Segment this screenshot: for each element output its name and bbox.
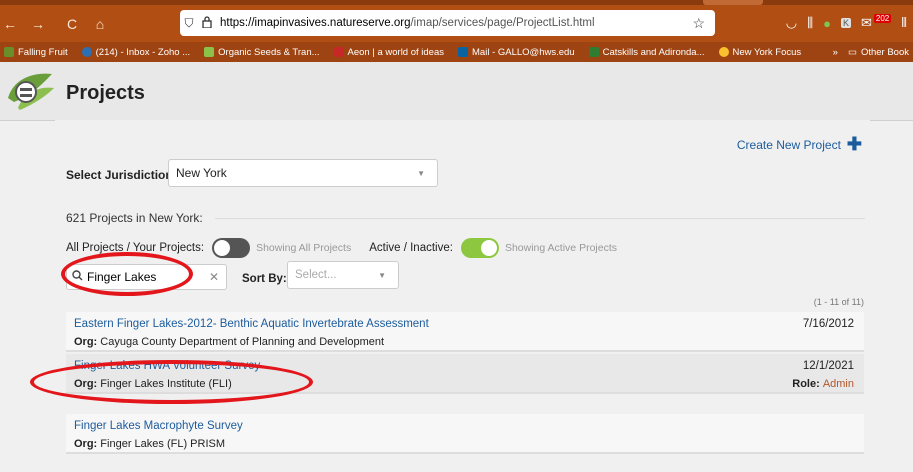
org-value: Finger Lakes Institute (FLI)	[100, 378, 232, 390]
project-row: Finger Lakes Macrophyte Survey Org: Fing…	[66, 414, 864, 454]
bookmark-star-icon[interactable]: ☆	[692, 15, 705, 32]
project-date: 12/1/2021	[802, 360, 854, 372]
other-bookmarks[interactable]: » ▭ Other Book	[833, 42, 909, 62]
all-your-projects-state: Showing All Projects	[256, 242, 352, 254]
org-value: Finger Lakes (FL) PRISM	[100, 438, 225, 450]
reload-icon[interactable]: C	[62, 16, 82, 32]
active-inactive-state: Showing Active Projects	[504, 242, 617, 254]
toggle-row: All Projects / Your Projects: Showing Al…	[66, 236, 635, 260]
home-icon[interactable]: ⌂	[90, 16, 110, 32]
jurisdiction-value: New York	[176, 166, 227, 180]
create-new-project-label: Create New Project	[736, 137, 841, 152]
bookmark-favicon	[588, 47, 599, 57]
imap-logo-icon[interactable]	[4, 68, 56, 114]
bookmark-label: Aeon | a world of ideas	[347, 46, 445, 58]
project-row: Eastern Finger Lakes-2012- Benthic Aquat…	[66, 312, 864, 352]
project-name-link[interactable]: Finger Lakes Macrophyte Survey	[74, 420, 243, 432]
page-header: Projects	[0, 62, 913, 121]
url-text[interactable]: https://imapinvasives.natureserve.org/im…	[220, 17, 595, 29]
bookmark-favicon	[4, 47, 14, 57]
project-row: Finger Lakes HWA Volunteer Survey Org: F…	[66, 354, 864, 394]
all-your-projects-toggle[interactable]	[212, 238, 251, 258]
active-inactive-toggle[interactable]	[460, 238, 499, 258]
browser-toolbar: ← → C ⌂ ⚐ ⛉ https://imapinvasives.nature…	[0, 0, 913, 42]
project-list-panel: Create New Project ✚ Select Jurisdiction…	[30, 120, 870, 472]
notification-badge: 202	[873, 13, 892, 23]
jurisdiction-label: Select Jurisdiction:	[66, 168, 177, 182]
clear-search-icon[interactable]: ✕	[209, 270, 219, 284]
project-org: Org: Cayuga County Department of Plannin…	[74, 336, 384, 348]
bookmark-favicon	[204, 47, 215, 57]
bookmark-item[interactable]: Aeon | a world of ideas	[333, 46, 445, 58]
address-bar[interactable]: ⛉ https://imapinvasives.natureserve.org/…	[180, 10, 715, 36]
bookmark-label: Falling Fruit	[18, 46, 68, 58]
sort-by-label: Sort By:	[242, 273, 287, 285]
project-date: 7/16/2012	[802, 318, 854, 330]
bookmark-label: Organic Seeds & Tran...	[218, 46, 320, 58]
chevron-down-icon: ▼	[417, 168, 425, 178]
sort-by-select[interactable]: Select... ▼	[287, 261, 399, 289]
bookmark-item[interactable]: New York Focus	[718, 46, 802, 58]
lock-icon[interactable]	[198, 15, 216, 31]
bookmark-item[interactable]: Catskills and Adironda...	[588, 46, 705, 58]
role-value: Admin	[822, 378, 854, 390]
project-org: Org: Finger Lakes Institute (FLI)	[74, 378, 232, 390]
chevron-down-icon: ▼	[378, 270, 386, 280]
forward-icon[interactable]: →	[28, 16, 48, 32]
library-icon[interactable]: ⫼	[807, 15, 813, 31]
bookmark-favicon	[718, 47, 729, 57]
search-value: Finger Lakes	[87, 270, 157, 284]
bookmark-label: Mail - GALLO@hws.edu	[472, 46, 575, 58]
search-input[interactable]: Finger Lakes ✕	[66, 264, 227, 290]
toggle-knob	[480, 240, 497, 256]
extension-k-icon[interactable]: K	[840, 18, 851, 28]
project-name-link[interactable]: Eastern Finger Lakes-2012- Benthic Aquat…	[74, 318, 429, 330]
shield-icon[interactable]: ⛉	[180, 16, 198, 31]
url-host: https://imapinvasives.natureserve.org	[220, 17, 411, 29]
page-title: Projects	[66, 82, 145, 104]
project-role: Role: Admin	[792, 378, 854, 390]
bookmarks-bar: Falling Fruit (214) - Inbox - Zoho ... O…	[0, 42, 913, 62]
folder-icon: ▭	[847, 46, 857, 58]
menu-bars-icon[interactable]: ⦀	[901, 15, 907, 31]
other-bookmarks-label: Other Book	[860, 46, 909, 58]
project-org: Org: Finger Lakes (FL) PRISM	[74, 438, 225, 450]
back-icon[interactable]: ←	[0, 16, 20, 32]
project-count: 621 Projects in New York:	[66, 211, 203, 225]
org-label: Org:	[74, 378, 98, 390]
search-icon	[67, 270, 87, 284]
org-value: Cayuga County Department of Planning and…	[100, 336, 385, 348]
bookmark-item[interactable]: (214) - Inbox - Zoho ...	[81, 46, 191, 58]
bookmark-favicon	[81, 47, 92, 57]
bookmark-item[interactable]: Organic Seeds & Tran...	[204, 46, 320, 58]
bookmark-item[interactable]: Mail - GALLO@hws.edu	[458, 47, 575, 58]
bookmark-label: New York Focus	[732, 46, 802, 58]
toolbar-right-icons: ◡ ⫼ ● K ✉ 202 ⦀	[786, 10, 907, 36]
all-your-projects-label: All Projects / Your Projects:	[66, 242, 205, 254]
pocket-icon[interactable]: ◡	[786, 15, 797, 31]
url-path: /imap/services/page/ProjectList.html	[410, 17, 595, 29]
divider	[215, 218, 865, 219]
toggle-knob	[214, 240, 231, 256]
bookmark-label: (214) - Inbox - Zoho ...	[95, 46, 191, 58]
bookmark-item[interactable]: Falling Fruit	[4, 47, 68, 58]
page: Projects Create New Project ✚ Select Jur…	[0, 62, 913, 472]
extension-green-icon[interactable]: ●	[823, 16, 831, 31]
chevron-right-icon[interactable]: »	[833, 47, 838, 58]
bookmark-favicon	[333, 47, 344, 57]
project-name-link[interactable]: Finger Lakes HWA Volunteer Survey	[74, 360, 260, 372]
org-label: Org:	[74, 438, 98, 450]
mail-extension-icon[interactable]: ✉	[861, 15, 872, 31]
bookmark-favicon	[458, 47, 469, 57]
plus-icon: ✚	[846, 134, 862, 154]
org-label: Org:	[74, 336, 98, 348]
active-inactive-label: Active / Inactive:	[369, 242, 453, 254]
result-range: (1 - 11 of 11)	[813, 297, 864, 307]
role-label: Role:	[792, 378, 820, 390]
bookmark-label: Catskills and Adironda...	[602, 46, 705, 58]
sort-by-placeholder: Select...	[295, 269, 337, 281]
jurisdiction-select[interactable]: New York ▼	[168, 159, 438, 187]
create-new-project-link[interactable]: Create New Project ✚	[737, 134, 862, 155]
